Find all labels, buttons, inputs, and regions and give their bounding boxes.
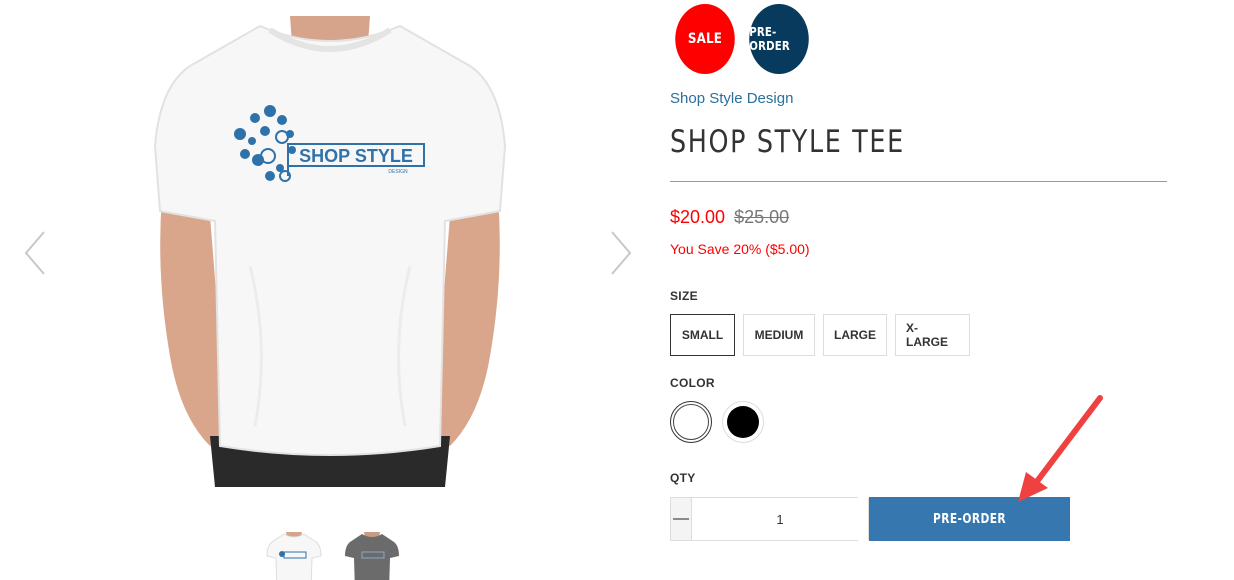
- savings-text: You Save 20% ($5.00): [670, 241, 810, 257]
- color-selector: [670, 401, 764, 443]
- sale-badge: SALE: [675, 4, 735, 74]
- size-option-small[interactable]: SMALL: [670, 314, 735, 356]
- color-label: COLOR: [670, 376, 715, 390]
- color-swatch-black[interactable]: [722, 401, 764, 443]
- black-dot: [727, 406, 759, 438]
- compare-price: $25.00: [734, 207, 790, 227]
- vendor-link[interactable]: Shop Style Design: [670, 90, 793, 107]
- product-main-image[interactable]: SHOP STYLE DESIGN: [140, 16, 520, 487]
- minus-icon[interactable]: [671, 498, 691, 540]
- pre-order-button[interactable]: PRE-ORDER: [869, 497, 1070, 541]
- preorder-badge: PRE-ORDER: [749, 4, 809, 74]
- color-swatch-white[interactable]: [670, 401, 712, 443]
- white-dot: [673, 404, 709, 440]
- chevron-left-icon[interactable]: [20, 228, 50, 278]
- quantity-stepper: [670, 497, 889, 541]
- logo-text: SHOP STYLE: [299, 146, 413, 166]
- product-info: SALE PRE-ORDER Shop Style Design SHOP ST…: [670, 0, 1170, 580]
- product-gallery: SHOP STYLE DESIGN: [0, 0, 650, 580]
- chevron-right-icon[interactable]: [606, 228, 636, 278]
- quantity-input[interactable]: [691, 498, 869, 540]
- qty-label: QTY: [670, 471, 696, 485]
- size-selector: SMALL MEDIUM LARGE X-LARGE: [670, 314, 970, 356]
- size-label: SIZE: [670, 289, 698, 303]
- pre-order-button-label: PRE-ORDER: [932, 511, 1007, 527]
- thumbnail-gray[interactable]: [344, 532, 400, 580]
- thumbnail-white[interactable]: [266, 532, 322, 580]
- thumbnail-strip: [266, 532, 400, 580]
- current-price: $20.00: [670, 207, 726, 227]
- size-option-medium[interactable]: MEDIUM: [743, 314, 815, 356]
- logo-subtext: DESIGN: [388, 169, 408, 175]
- divider: [670, 181, 1167, 182]
- product-title: SHOP STYLE TEE: [670, 124, 905, 160]
- size-option-large[interactable]: LARGE: [823, 314, 887, 356]
- badge-row: SALE PRE-ORDER: [670, 4, 814, 74]
- size-option-x-large[interactable]: X-LARGE: [895, 314, 970, 356]
- price-row: $20.00 $25.00: [670, 207, 789, 228]
